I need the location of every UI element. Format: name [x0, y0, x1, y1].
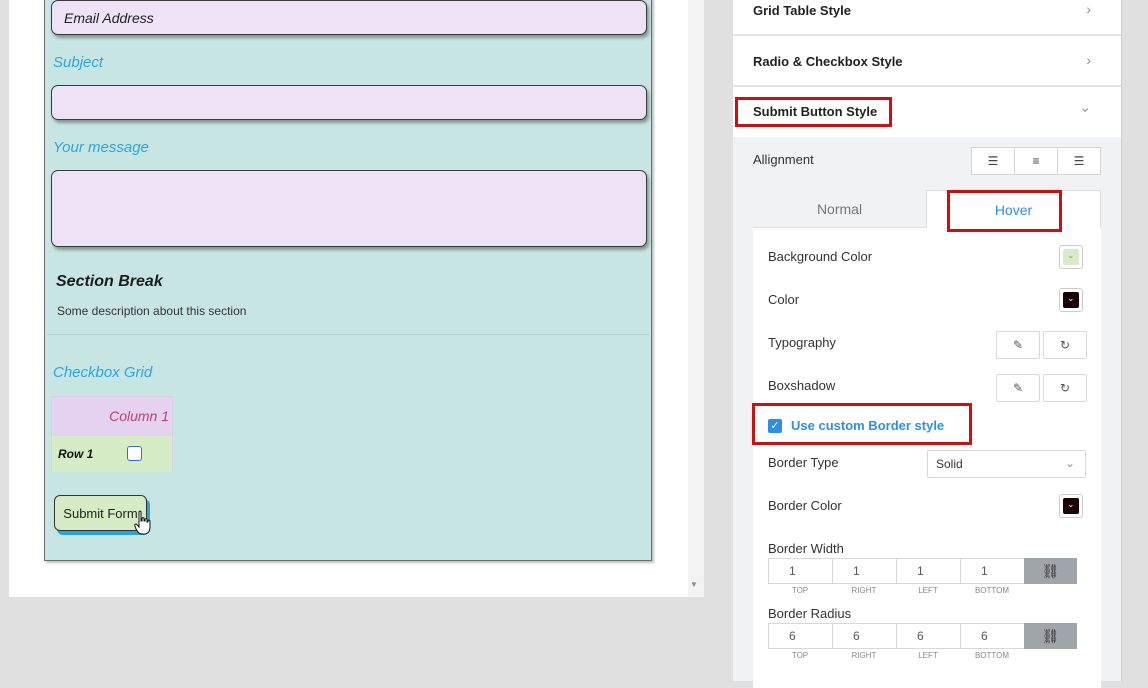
border-width-left[interactable]: 1	[896, 558, 960, 584]
section-break-description: Some description about this section	[57, 304, 247, 318]
border-radius-left[interactable]: 6	[896, 623, 960, 649]
border-width-bottom[interactable]: 1	[960, 558, 1024, 584]
boxshadow-controls: ✎ ↻	[996, 374, 1087, 402]
grid-row: Row 1	[52, 436, 172, 472]
subject-label: Subject	[53, 54, 104, 71]
caption-left: LEFT	[918, 651, 938, 660]
message-label: Your message	[53, 139, 149, 156]
typography-label: Typography	[768, 335, 836, 350]
background-color-swatch[interactable]: ⌄	[1059, 245, 1083, 269]
border-radius-label: Border Radius	[768, 606, 852, 621]
border-width-label: Border Width	[768, 541, 844, 556]
section-label: Radio & Checkbox Style	[753, 54, 903, 69]
submit-button-style-body: Allignment ☰ ≡ ☰ Normal Hover Background…	[733, 137, 1121, 688]
pencil-icon[interactable]: ✎	[996, 374, 1040, 402]
hand-cursor-icon	[134, 510, 151, 535]
canvas-scrollbar[interactable]	[688, 0, 704, 597]
chevron-down-icon: ⌄	[1064, 456, 1075, 470]
align-left-icon[interactable]: ☰	[972, 148, 1015, 174]
border-type-label: Border Type	[768, 455, 839, 470]
section-label: Submit Button Style	[753, 104, 878, 119]
email-placeholder: Email Address	[64, 9, 154, 26]
color-swatch[interactable]: ⌄	[1059, 288, 1083, 312]
border-radius-top[interactable]: 6	[768, 623, 832, 649]
grid-row-label: Row 1	[58, 447, 94, 461]
subject-field[interactable]	[51, 85, 647, 120]
border-width-inputs: 1 1 1 1 ⛓	[768, 558, 1077, 584]
reset-icon[interactable]: ↻	[1043, 374, 1087, 402]
caption-right: RIGHT	[851, 586, 877, 595]
hover-tab-content: Background Color ⌄ Color ⌄ Typography ✎ …	[753, 228, 1101, 688]
alignment-button-group: ☰ ≡ ☰	[971, 147, 1101, 175]
tab-normal[interactable]: Normal	[753, 190, 926, 228]
caption-bottom: BOTTOM	[974, 586, 1010, 595]
form-preview: Email Address Subject Your message Secti…	[44, 0, 652, 561]
section-divider	[47, 334, 649, 335]
scroll-down-arrow-icon[interactable]: ▼	[690, 580, 698, 589]
caption-bottom: BOTTOM	[974, 651, 1010, 660]
section-break-title: Section Break	[56, 273, 163, 290]
chevron-down-icon: ⌄	[1067, 499, 1075, 509]
border-width-captions: TOP RIGHT LEFT BOTTOM	[768, 586, 1024, 595]
chevron-down-icon: ›	[1078, 107, 1095, 113]
reset-icon[interactable]: ↻	[1043, 331, 1087, 359]
border-radius-inputs: 6 6 6 6 ⛓	[768, 623, 1077, 649]
panel-scroll-gutter	[1121, 0, 1148, 681]
color-label: Color	[768, 292, 800, 307]
panel-divider	[1121, 0, 1122, 681]
state-tabs: Normal Hover	[753, 190, 1101, 228]
section-label: Grid Table Style	[753, 3, 852, 18]
section-grid-table-style[interactable]: Grid Table Style ›	[733, 0, 1121, 36]
chevron-right-icon: ›	[1086, 1, 1091, 17]
background-color-fill: ⌄	[1063, 249, 1079, 265]
border-type-value: Solid	[936, 457, 963, 471]
color-fill: ⌄	[1063, 292, 1079, 308]
border-color-swatch[interactable]: ⌄	[1059, 494, 1083, 518]
alignment-label: Allignment	[753, 152, 814, 167]
grid-column-label: Column 1	[109, 408, 169, 424]
grid-header-row: Column 1	[52, 397, 172, 436]
pencil-icon[interactable]: ✎	[996, 331, 1040, 359]
email-field[interactable]: Email Address	[51, 0, 647, 35]
caption-top: TOP	[791, 586, 809, 595]
border-radius-bottom[interactable]: 6	[960, 623, 1024, 649]
chevron-down-icon: ⌄	[1067, 250, 1075, 260]
align-right-icon[interactable]: ☰	[1058, 148, 1100, 174]
custom-border-toggle[interactable]: ✓ Use custom Border style	[768, 418, 944, 433]
section-submit-button-style[interactable]: Submit Button Style ›	[733, 88, 1121, 137]
border-color-label: Border Color	[768, 498, 842, 513]
border-color-fill: ⌄	[1063, 498, 1079, 514]
section-radio-checkbox-style[interactable]: Radio & Checkbox Style ›	[733, 38, 1121, 87]
chevron-down-icon: ⌄	[1067, 293, 1075, 303]
message-textarea[interactable]	[51, 170, 647, 247]
unlink-icon[interactable]: ⛓	[1024, 558, 1077, 584]
caption-left: LEFT	[918, 586, 938, 595]
submit-button-label: Submit Form	[63, 505, 138, 521]
boxshadow-label: Boxshadow	[768, 378, 836, 393]
checkbox-grid: Column 1 Row 1	[51, 396, 173, 472]
style-settings-panel: Grid Table Style › Radio & Checkbox Styl…	[733, 0, 1121, 688]
custom-border-checkbox[interactable]: ✓	[768, 418, 782, 433]
unlink-icon[interactable]: ⛓	[1024, 623, 1077, 649]
chevron-right-icon: ›	[1086, 52, 1091, 68]
border-type-select[interactable]: Solid ⌄	[927, 450, 1086, 478]
border-width-top[interactable]: 1	[768, 558, 832, 584]
grid-checkbox[interactable]	[127, 446, 142, 461]
custom-border-label: Use custom Border style	[791, 418, 945, 433]
typography-controls: ✎ ↻	[996, 331, 1087, 359]
checkbox-grid-label: Checkbox Grid	[53, 364, 153, 381]
border-radius-right[interactable]: 6	[832, 623, 896, 649]
border-radius-captions: TOP RIGHT LEFT BOTTOM	[768, 651, 1024, 660]
border-width-right[interactable]: 1	[832, 558, 896, 584]
tab-hover[interactable]: Hover	[926, 190, 1101, 228]
background-color-label: Background Color	[768, 249, 873, 264]
caption-right: RIGHT	[851, 651, 877, 660]
caption-top: TOP	[791, 651, 809, 660]
align-center-icon[interactable]: ≡	[1015, 148, 1058, 174]
